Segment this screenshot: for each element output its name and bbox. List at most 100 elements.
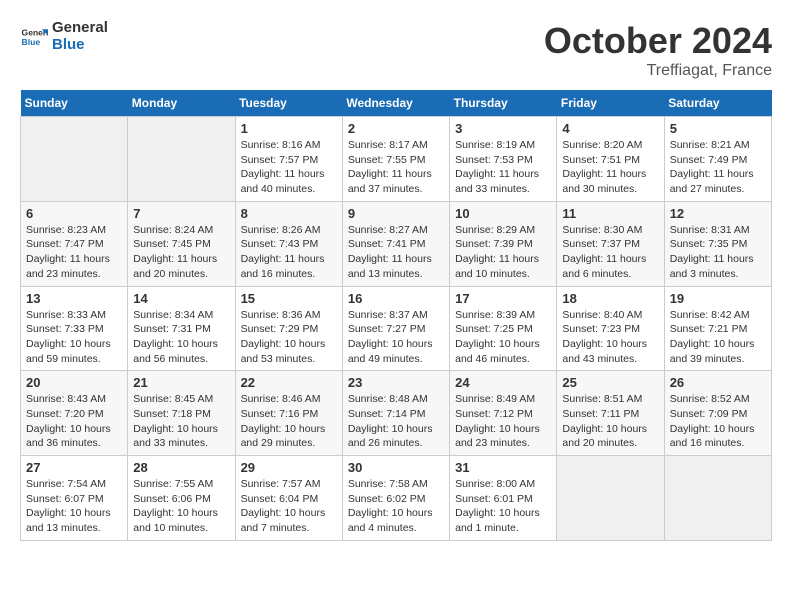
weekday-header: Friday [557, 90, 664, 117]
calendar-day-cell: 5Sunrise: 8:21 AM Sunset: 7:49 PM Daylig… [664, 117, 771, 202]
weekday-header: Thursday [450, 90, 557, 117]
title-block: October 2024 Treffiagat, France [544, 20, 772, 80]
calendar-day-cell: 22 Sunrise: 8:46 AM Sunset: 7:16 PM Dayli… [235, 371, 342, 456]
calendar-day-cell: 20Sunrise: 8:43 AM Sunset: 7:20 PM Dayli… [21, 371, 128, 456]
day-number: 22 [241, 375, 337, 390]
calendar-day-cell: 14 Sunrise: 8:34 AM Sunset: 7:31 PM Dayli… [128, 286, 235, 371]
calendar-day-cell: 28 Sunrise: 7:55 AM Sunset: 6:06 PM Dayli… [128, 456, 235, 541]
day-info: Sunrise: 8:36 AM Sunset: 7:29 PM Dayligh… [241, 308, 337, 367]
day-info: Sunrise: 7:55 AM Sunset: 6:06 PM Dayligh… [133, 477, 229, 536]
day-info: Sunrise: 7:58 AM Sunset: 6:02 PM Dayligh… [348, 477, 444, 536]
day-info: Sunrise: 7:54 AM Sunset: 6:07 PM Dayligh… [26, 477, 122, 536]
weekday-header: Sunday [21, 90, 128, 117]
day-info: Sunrise: 8:20 AM Sunset: 7:51 PM Dayligh… [562, 138, 658, 197]
day-number: 3 [455, 121, 551, 136]
calendar-day-cell: 17Sunrise: 8:39 AM Sunset: 7:25 PM Dayli… [450, 286, 557, 371]
day-info: Sunrise: 8:40 AM Sunset: 7:23 PM Dayligh… [562, 308, 658, 367]
calendar-day-cell: 25Sunrise: 8:51 AM Sunset: 7:11 PM Dayli… [557, 371, 664, 456]
day-info: Sunrise: 8:23 AM Sunset: 7:47 PM Dayligh… [26, 223, 122, 282]
calendar-day-cell: 24 Sunrise: 8:49 AM Sunset: 7:12 PM Dayli… [450, 371, 557, 456]
calendar-week-row: 27 Sunrise: 7:54 AM Sunset: 6:07 PM Dayli… [21, 456, 772, 541]
day-number: 10 [455, 206, 551, 221]
day-number: 2 [348, 121, 444, 136]
day-number: 25 [562, 375, 658, 390]
day-number: 29 [241, 460, 337, 475]
day-info: Sunrise: 8:19 AM Sunset: 7:53 PM Dayligh… [455, 138, 551, 197]
day-info: Sunrise: 8:49 AM Sunset: 7:12 PM Dayligh… [455, 392, 551, 451]
calendar-day-cell: 11 Sunrise: 8:30 AM Sunset: 7:37 PM Dayli… [557, 201, 664, 286]
day-info: Sunrise: 8:33 AM Sunset: 7:33 PM Dayligh… [26, 308, 122, 367]
day-number: 28 [133, 460, 229, 475]
month-title: October 2024 [544, 20, 772, 62]
page-header: General Blue GeneralBlue October 2024 Tr… [20, 20, 772, 80]
day-number: 13 [26, 291, 122, 306]
calendar-day-cell: 3 Sunrise: 8:19 AM Sunset: 7:53 PM Daylig… [450, 117, 557, 202]
day-number: 14 [133, 291, 229, 306]
day-number: 27 [26, 460, 122, 475]
calendar-day-cell: 7 Sunrise: 8:24 AM Sunset: 7:45 PM Daylig… [128, 201, 235, 286]
calendar-day-cell: 12Sunrise: 8:31 AM Sunset: 7:35 PM Dayli… [664, 201, 771, 286]
day-info: Sunrise: 8:48 AM Sunset: 7:14 PM Dayligh… [348, 392, 444, 451]
day-number: 15 [241, 291, 337, 306]
day-number: 16 [348, 291, 444, 306]
calendar-day-cell: 19 Sunrise: 8:42 AM Sunset: 7:21 PM Dayli… [664, 286, 771, 371]
day-info: Sunrise: 8:26 AM Sunset: 7:43 PM Dayligh… [241, 223, 337, 282]
calendar-day-cell: 23 Sunrise: 8:48 AM Sunset: 7:14 PM Dayli… [342, 371, 449, 456]
weekday-header: Tuesday [235, 90, 342, 117]
calendar-day-cell [128, 117, 235, 202]
day-info: Sunrise: 8:34 AM Sunset: 7:31 PM Dayligh… [133, 308, 229, 367]
day-info: Sunrise: 8:45 AM Sunset: 7:18 PM Dayligh… [133, 392, 229, 451]
day-number: 8 [241, 206, 337, 221]
svg-text:General: General [22, 27, 48, 37]
logo-icon: General Blue [20, 23, 48, 51]
day-number: 12 [670, 206, 766, 221]
day-info: Sunrise: 8:42 AM Sunset: 7:21 PM Dayligh… [670, 308, 766, 367]
calendar-day-cell [21, 117, 128, 202]
calendar-day-cell: 9 Sunrise: 8:27 AM Sunset: 7:41 PM Daylig… [342, 201, 449, 286]
day-info: Sunrise: 8:27 AM Sunset: 7:41 PM Dayligh… [348, 223, 444, 282]
day-number: 7 [133, 206, 229, 221]
calendar-table: SundayMondayTuesdayWednesdayThursdayFrid… [20, 90, 772, 541]
day-number: 31 [455, 460, 551, 475]
day-info: Sunrise: 8:39 AM Sunset: 7:25 PM Dayligh… [455, 308, 551, 367]
calendar-day-cell: 26 Sunrise: 8:52 AM Sunset: 7:09 PM Dayli… [664, 371, 771, 456]
day-number: 18 [562, 291, 658, 306]
calendar-week-row: 13 Sunrise: 8:33 AM Sunset: 7:33 PM Dayli… [21, 286, 772, 371]
calendar-day-cell: 1Sunrise: 8:16 AM Sunset: 7:57 PM Daylig… [235, 117, 342, 202]
day-number: 23 [348, 375, 444, 390]
location: Treffiagat, France [544, 62, 772, 80]
calendar-day-cell [557, 456, 664, 541]
day-info: Sunrise: 8:46 AM Sunset: 7:16 PM Dayligh… [241, 392, 337, 451]
day-number: 6 [26, 206, 122, 221]
calendar-day-cell: 31 Sunrise: 8:00 AM Sunset: 6:01 PM Dayli… [450, 456, 557, 541]
day-number: 4 [562, 121, 658, 136]
day-info: Sunrise: 8:16 AM Sunset: 7:57 PM Dayligh… [241, 138, 337, 197]
day-info: Sunrise: 8:52 AM Sunset: 7:09 PM Dayligh… [670, 392, 766, 451]
day-info: Sunrise: 7:57 AM Sunset: 6:04 PM Dayligh… [241, 477, 337, 536]
day-info: Sunrise: 8:29 AM Sunset: 7:39 PM Dayligh… [455, 223, 551, 282]
weekday-header: Saturday [664, 90, 771, 117]
day-info: Sunrise: 8:30 AM Sunset: 7:37 PM Dayligh… [562, 223, 658, 282]
calendar-day-cell: 4 Sunrise: 8:20 AM Sunset: 7:51 PM Daylig… [557, 117, 664, 202]
calendar-day-cell: 15 Sunrise: 8:36 AM Sunset: 7:29 PM Dayli… [235, 286, 342, 371]
day-number: 9 [348, 206, 444, 221]
day-info: Sunrise: 8:00 AM Sunset: 6:01 PM Dayligh… [455, 477, 551, 536]
day-info: Sunrise: 8:37 AM Sunset: 7:27 PM Dayligh… [348, 308, 444, 367]
day-number: 26 [670, 375, 766, 390]
calendar-day-cell: 8 Sunrise: 8:26 AM Sunset: 7:43 PM Daylig… [235, 201, 342, 286]
day-number: 5 [670, 121, 766, 136]
day-number: 11 [562, 206, 658, 221]
calendar-week-row: 6 Sunrise: 8:23 AM Sunset: 7:47 PM Daylig… [21, 201, 772, 286]
calendar-day-cell: 18 Sunrise: 8:40 AM Sunset: 7:23 PM Dayli… [557, 286, 664, 371]
calendar-day-cell: 2Sunrise: 8:17 AM Sunset: 7:55 PM Daylig… [342, 117, 449, 202]
day-number: 21 [133, 375, 229, 390]
day-number: 20 [26, 375, 122, 390]
day-info: Sunrise: 8:24 AM Sunset: 7:45 PM Dayligh… [133, 223, 229, 282]
calendar-day-cell: 13 Sunrise: 8:33 AM Sunset: 7:33 PM Dayli… [21, 286, 128, 371]
day-number: 19 [670, 291, 766, 306]
calendar-day-cell: 10 Sunrise: 8:29 AM Sunset: 7:39 PM Dayli… [450, 201, 557, 286]
calendar-day-cell: 27 Sunrise: 7:54 AM Sunset: 6:07 PM Dayli… [21, 456, 128, 541]
day-number: 24 [455, 375, 551, 390]
weekday-header: Monday [128, 90, 235, 117]
day-number: 30 [348, 460, 444, 475]
